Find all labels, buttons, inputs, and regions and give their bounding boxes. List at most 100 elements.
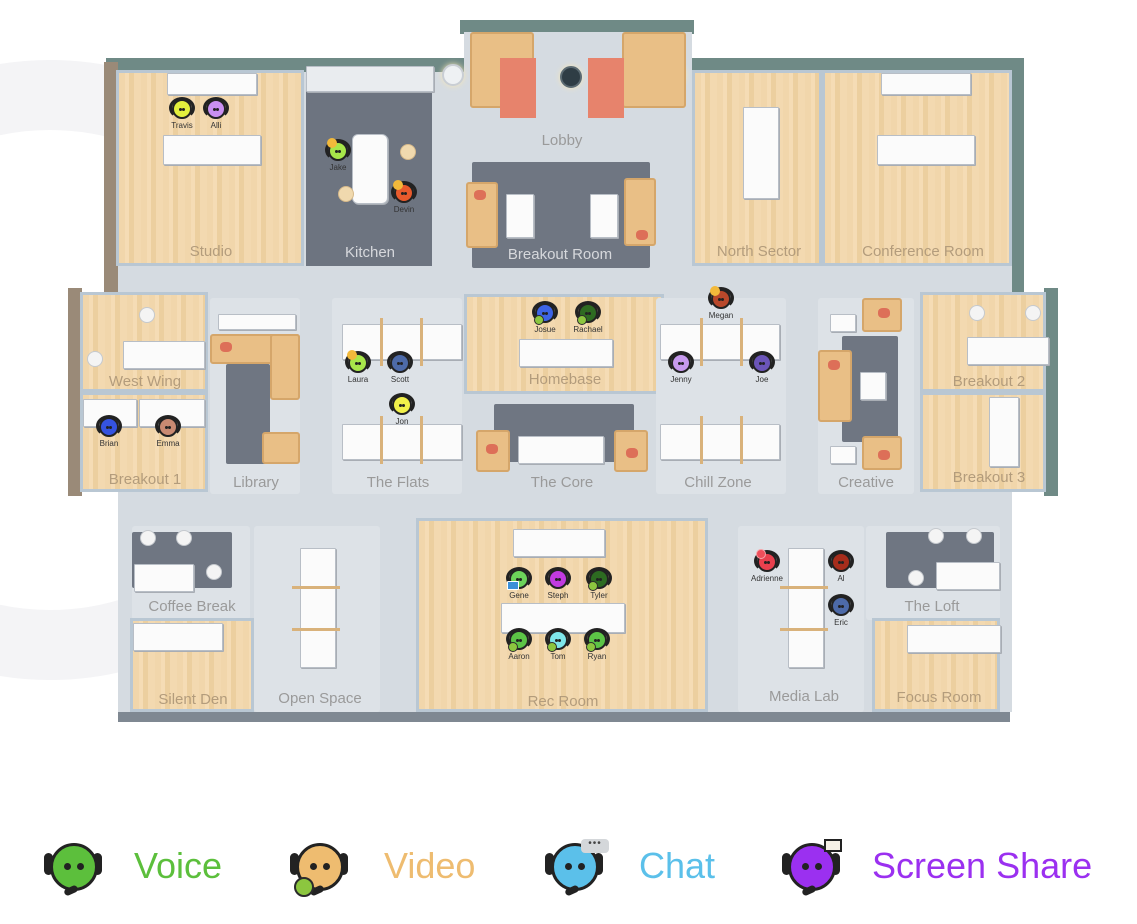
desk — [989, 397, 1019, 467]
room-west-wing[interactable]: West Wing — [80, 292, 208, 392]
avatar-alli[interactable]: Alli — [196, 94, 236, 134]
room-focus-room[interactable]: Focus Room — [872, 618, 1001, 712]
avatar-tyler[interactable]: Tyler — [579, 564, 619, 604]
room-the-core[interactable]: The Core — [464, 398, 658, 494]
room-the-loft[interactable]: The Loft — [866, 526, 1000, 620]
desk — [967, 337, 1049, 365]
avatar-name: Jenny — [670, 375, 692, 384]
room-label: The Loft — [904, 598, 960, 615]
room-open-space[interactable]: Open Space — [254, 526, 380, 712]
avatar-scott[interactable]: Scott — [380, 348, 420, 388]
room-breakout-2[interactable]: Breakout 2 — [920, 292, 1049, 392]
kitchen-counter — [306, 66, 434, 92]
desk — [907, 625, 1001, 653]
desk — [300, 548, 336, 668]
desk — [134, 564, 194, 592]
chair — [928, 528, 944, 544]
desk — [133, 623, 223, 651]
divider — [420, 318, 423, 366]
voice-avatar-icon — [44, 839, 102, 897]
avatar-name: Eric — [834, 618, 848, 627]
avatar-jenny[interactable]: Jenny — [661, 348, 701, 388]
outer-wall-right-mid — [1044, 288, 1058, 496]
desk — [660, 424, 780, 460]
avatar-rachael[interactable]: Rachael — [568, 298, 608, 338]
room-north-sector[interactable]: North Sector — [692, 70, 822, 266]
room-label: Breakout 3 — [952, 469, 1026, 486]
sofa — [622, 32, 686, 108]
room-label: Breakout 2 — [952, 373, 1026, 390]
legend-label: Chat — [639, 845, 716, 886]
chair — [966, 528, 982, 544]
room-coffee-break[interactable]: Coffee Break — [132, 526, 250, 620]
desk — [743, 107, 779, 199]
armchair — [614, 430, 648, 472]
avatar-adrienne[interactable]: Adrienne — [747, 547, 787, 587]
room-rec-room[interactable]: Rec Room — [416, 518, 708, 712]
avatar-emma[interactable]: Emma — [148, 412, 188, 452]
sofa — [624, 178, 656, 246]
avatar-name: Devin — [393, 205, 415, 214]
avatar-jon[interactable]: Jon — [382, 390, 422, 430]
video-indicator-icon — [588, 581, 598, 591]
video-avatar-icon — [290, 839, 348, 897]
room-label: West Wing — [108, 373, 182, 390]
rug — [588, 58, 624, 118]
avatar-brian[interactable]: Brian — [89, 412, 129, 452]
shelf — [218, 314, 296, 330]
room-silent-den[interactable]: Silent Den — [130, 618, 254, 712]
legend-label: Video — [384, 845, 476, 886]
avatar-megan[interactable]: Megan — [701, 284, 741, 324]
avatar-name: Joe — [755, 375, 769, 384]
room-label: The Flats — [366, 474, 430, 491]
chair — [1025, 305, 1041, 321]
avatar-name: Adrienne — [750, 574, 784, 583]
alert-icon — [756, 549, 766, 559]
room-chill-zone[interactable]: Chill Zone — [656, 298, 786, 494]
avatar-face — [158, 417, 178, 437]
desk — [513, 529, 605, 557]
desk — [123, 341, 205, 369]
room-creative[interactable]: Creative — [818, 298, 914, 494]
video-indicator-icon — [534, 315, 544, 325]
sofa — [466, 182, 498, 248]
clock-icon — [347, 350, 357, 360]
screen-share-icon — [507, 581, 519, 590]
room-label: Conference Room — [862, 243, 984, 260]
stool — [400, 144, 416, 160]
room-label: Kitchen — [344, 244, 396, 261]
desk — [877, 135, 975, 165]
room-label: North Sector — [716, 243, 802, 260]
room-conference-room[interactable]: Conference Room — [822, 70, 1012, 266]
room-breakout-3[interactable]: Breakout 3 — [920, 392, 1046, 492]
room-label: Studio — [189, 243, 233, 260]
room-label: Focus Room — [896, 689, 982, 706]
desk — [163, 135, 261, 165]
coffee-table — [506, 194, 534, 238]
side-table — [830, 314, 856, 332]
avatar-joe[interactable]: Joe — [742, 348, 782, 388]
room-library[interactable]: Library — [210, 298, 300, 494]
video-indicator-icon — [586, 642, 596, 652]
avatar-name: Al — [837, 574, 845, 583]
room-lobby[interactable]: Lobby Breakout Room — [464, 32, 692, 268]
avatar-face — [831, 596, 851, 616]
avatar-al[interactable]: Al — [821, 547, 861, 587]
avatar-name: Jake — [329, 163, 347, 172]
armchair — [476, 430, 510, 472]
avatar-eric[interactable]: Eric — [821, 591, 861, 631]
coffee-table — [590, 194, 618, 238]
chair — [176, 530, 192, 546]
chair — [87, 351, 103, 367]
room-label: Breakout 1 — [108, 471, 182, 488]
avatar-devin[interactable]: Devin — [384, 178, 424, 218]
armchair — [862, 436, 902, 470]
avatar-jake[interactable]: Jake — [318, 136, 358, 176]
stool — [338, 186, 354, 202]
avatar-ryan[interactable]: Ryan — [577, 625, 617, 665]
avatar-face — [206, 99, 226, 119]
desk — [519, 339, 613, 367]
outer-wall-right — [1012, 62, 1024, 292]
legend-label: Screen Share — [872, 845, 1093, 886]
avatar-face — [671, 353, 691, 373]
